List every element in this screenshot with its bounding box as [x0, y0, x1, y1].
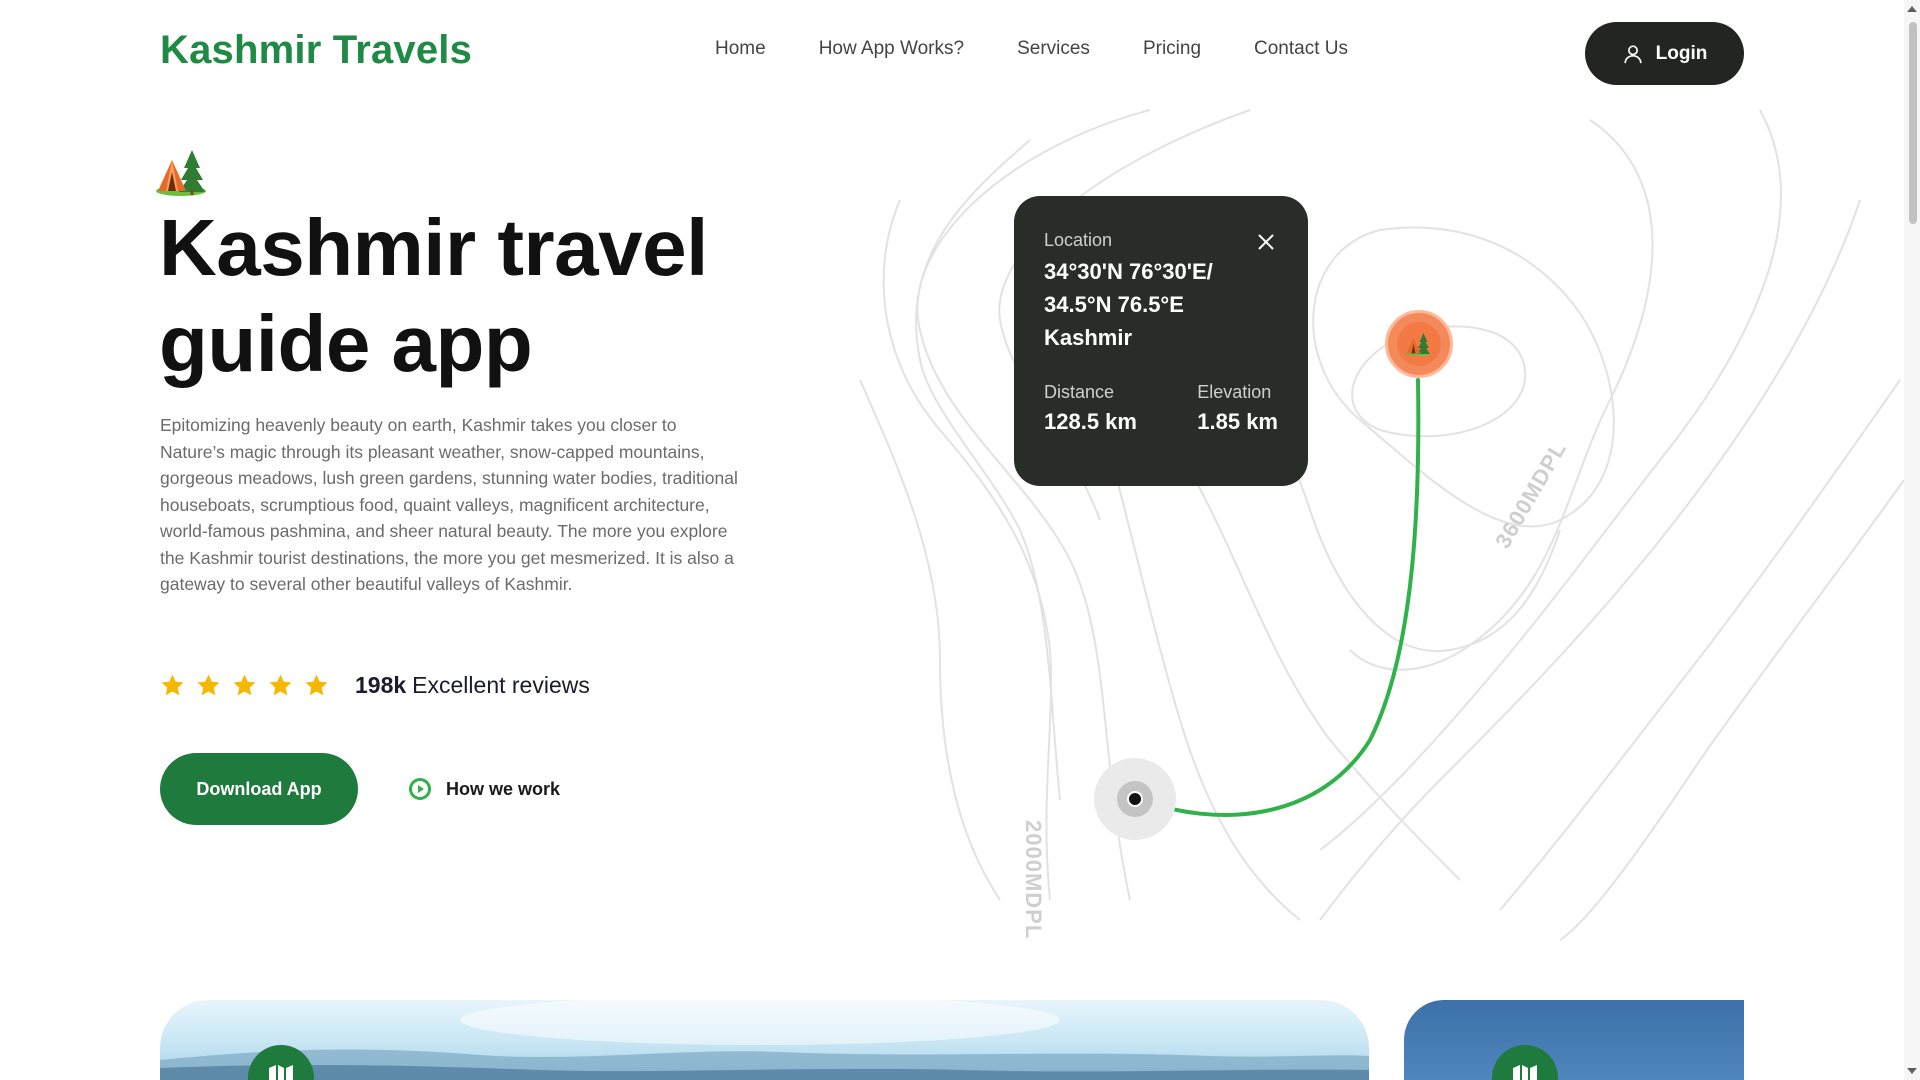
elevation-label: Elevation	[1197, 382, 1272, 402]
distance-label: Distance	[1044, 382, 1115, 402]
contour-line	[1349, 119, 1654, 671]
location-stats: Distance 128.5 km Elevation 1.85 km	[1044, 382, 1278, 435]
start-point-marker[interactable]	[1094, 758, 1176, 840]
scroll-thumb[interactable]	[1909, 22, 1917, 224]
elevation-stat: Elevation 1.85 km	[1197, 382, 1278, 435]
start-point-core	[1127, 791, 1143, 807]
contour-line	[1189, 469, 1461, 881]
card-scenery	[160, 1000, 1369, 1080]
topographic-map	[859, 109, 1904, 941]
location-coords-decimal: 34.5°N 76.5°E	[1044, 292, 1184, 317]
contour-line	[1099, 419, 1301, 921]
card-badge	[1492, 1045, 1558, 1080]
contour-line	[1312, 226, 1615, 528]
contour-line	[859, 379, 1001, 901]
page-scrollbar[interactable]	[1904, 0, 1920, 1080]
destination-pin[interactable]	[1385, 310, 1453, 378]
scroll-up-arrow[interactable]	[1907, 6, 1917, 12]
distance-value: 128.5 km	[1044, 409, 1137, 434]
elevation-value: 1.85 km	[1197, 409, 1278, 434]
destination-card-1[interactable]	[160, 1000, 1369, 1080]
location-coords-dms: 34°30'N 76°30'E/	[1044, 259, 1213, 284]
distance-stat: Distance 128.5 km	[1044, 382, 1137, 435]
close-icon[interactable]	[1256, 232, 1276, 252]
contour-label-2000: 2000MDPL	[1021, 820, 1046, 940]
location-name: Kashmir	[1044, 325, 1133, 350]
location-info-card: Location 34°30'N 76°30'E/ 34.5°N 76.5°E …	[1014, 196, 1308, 486]
start-point-ring	[1117, 781, 1153, 817]
destination-pin-inner	[1397, 322, 1441, 366]
map-icon	[269, 1065, 293, 1080]
scroll-down-arrow[interactable]	[1907, 1068, 1917, 1074]
map-icon	[1513, 1065, 1537, 1080]
location-label: Location	[1044, 230, 1113, 250]
location-coords: 34°30'N 76°30'E/ 34.5°N 76.5°E Kashmir	[1044, 255, 1278, 354]
contour-line	[1319, 199, 1861, 921]
destination-card-2[interactable]	[1404, 1000, 1744, 1080]
camping-tent-icon	[1405, 333, 1431, 356]
contour-line	[1559, 479, 1904, 941]
